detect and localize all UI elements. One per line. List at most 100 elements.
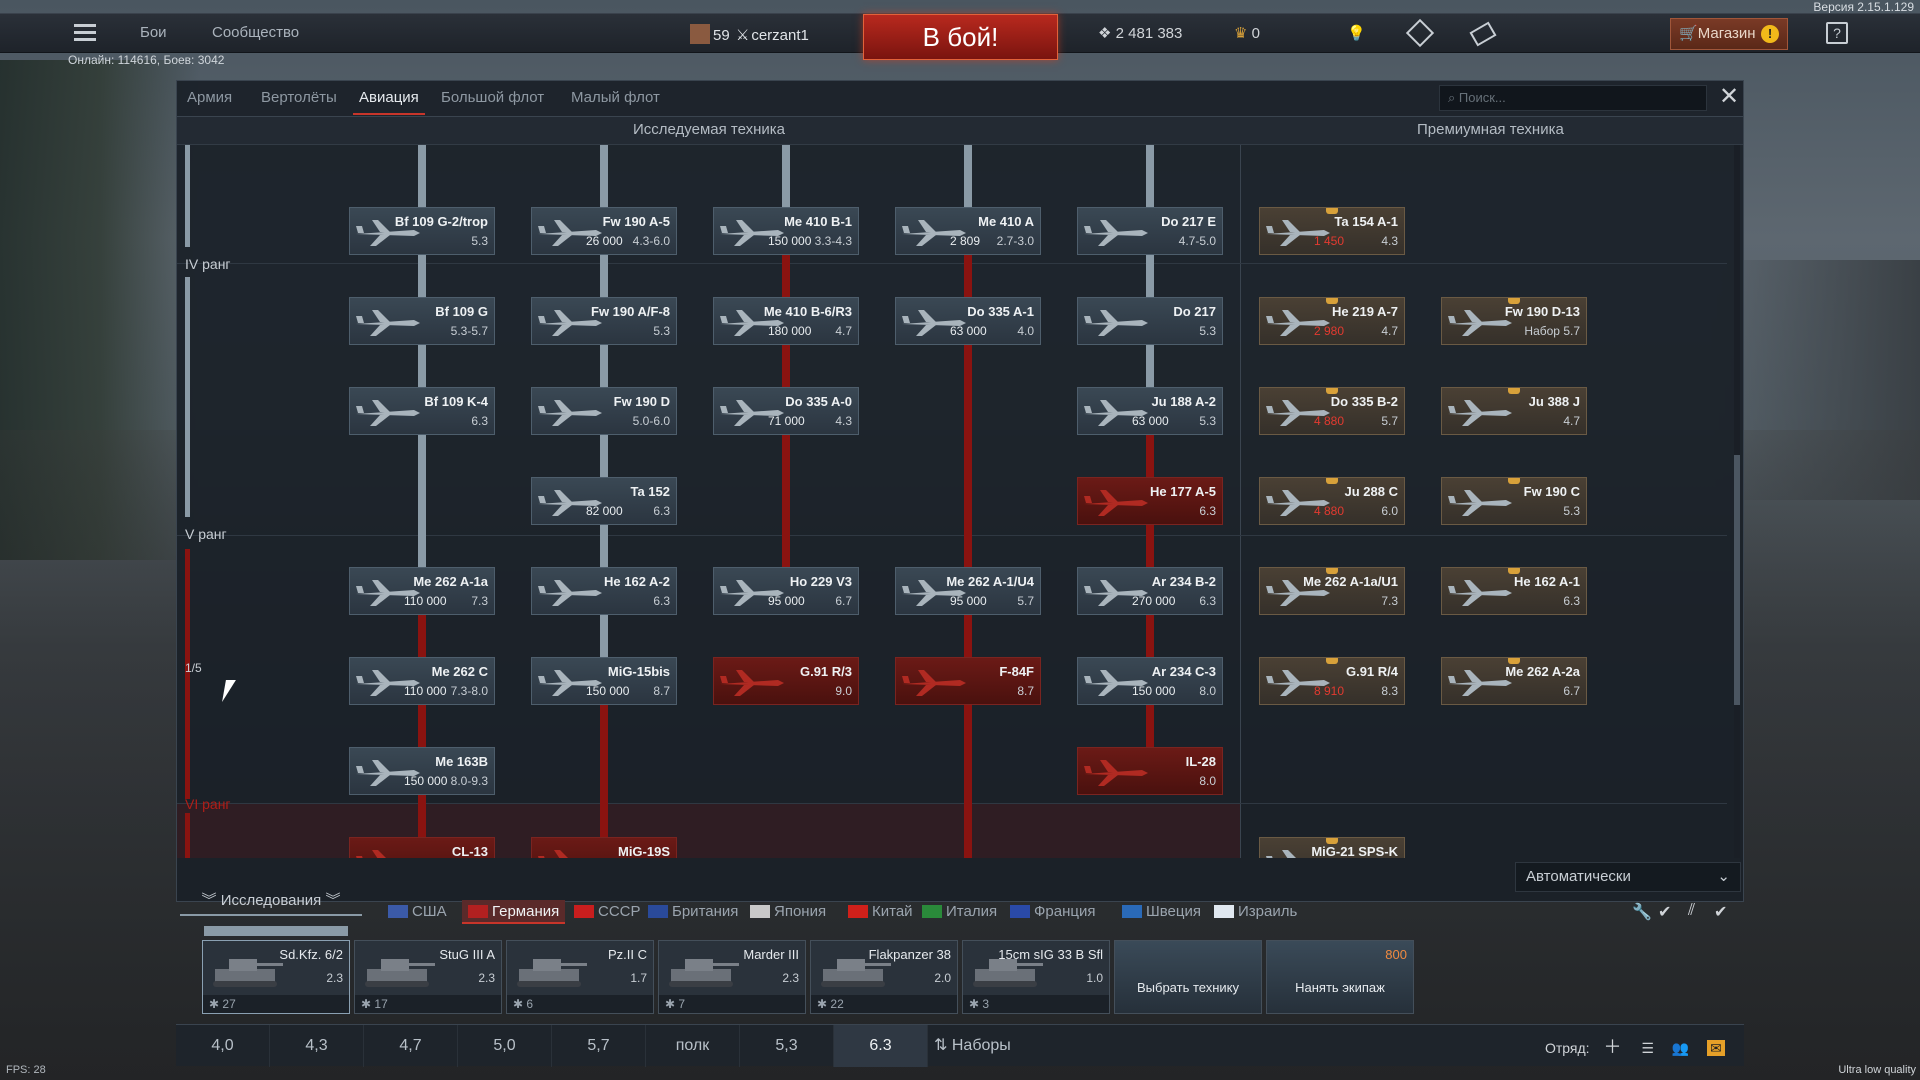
- vehicle-card-ju288[interactable]: Ju 288 C 4 880 6.0: [1259, 477, 1405, 525]
- tab-aviation[interactable]: Авиация: [353, 87, 425, 115]
- nation-tab-6[interactable]: Италия: [922, 900, 997, 924]
- gold-balance[interactable]: ♛ 0: [1234, 24, 1260, 42]
- vehicle-card-g91r4[interactable]: G.91 R/4 8 910 8.3: [1259, 657, 1405, 705]
- crew-slot[interactable]: StuG III A 2.3 ✱ 17: [354, 940, 502, 1014]
- vehicle-card-he162a1[interactable]: He 162 A-1 6.3: [1441, 567, 1587, 615]
- research-toggle[interactable]: ︾ Исследования ︾: [180, 888, 362, 916]
- vehicle-card-ar234c3[interactable]: Ar 234 C-3 150 000 8.0: [1077, 657, 1223, 705]
- crew-slot[interactable]: 15cm sIG 33 B Sfl 1.0 ✱ 3: [962, 940, 1110, 1014]
- vehicle-card-g91r3[interactable]: G.91 R/3 9.0: [713, 657, 859, 705]
- nation-tab-8[interactable]: Швеция: [1122, 900, 1201, 924]
- tab-bluewater-fleet[interactable]: Большой флот: [435, 87, 550, 115]
- vehicle-card-bf109g[interactable]: Bf 109 G 5.3-5.7: [349, 297, 495, 345]
- community-menu[interactable]: Сообщество: [212, 24, 299, 41]
- tree-scrollbar[interactable]: [1734, 145, 1740, 858]
- wrench-icon[interactable]: 🔧: [1632, 902, 1652, 922]
- vehicle-card-mig15[interactable]: MiG-15bis 150 000 8.7: [531, 657, 677, 705]
- tab-army[interactable]: Армия: [181, 87, 238, 115]
- vehicle-card-f84f[interactable]: F-84F 8.7: [895, 657, 1041, 705]
- presets-button[interactable]: ⇅ Наборы: [928, 1025, 1068, 1067]
- nation-tab-5[interactable]: Китай: [848, 900, 913, 924]
- vehicle-card-he177[interactable]: He 177 A-5 6.3: [1077, 477, 1223, 525]
- vehicle-card-ju388[interactable]: Ju 388 J 4.7: [1441, 387, 1587, 435]
- nation-tab-2[interactable]: СССР: [574, 900, 641, 924]
- nation-tab-4[interactable]: Япония: [750, 900, 826, 924]
- vehicle-card-do217e[interactable]: Do 217 E 4.7-5.0: [1077, 207, 1223, 255]
- vehicle-card-ar234b2[interactable]: Ar 234 B-2 270 000 6.3: [1077, 567, 1223, 615]
- search-input[interactable]: ⌕ Поиск...: [1439, 85, 1707, 111]
- player-profile[interactable]: 59 ⚔ cerzant1: [690, 24, 809, 44]
- nation-tab-0[interactable]: США: [388, 900, 447, 924]
- br-preset-1[interactable]: 4,3: [270, 1025, 364, 1067]
- vehicle-card-mig19[interactable]: MiG-19S: [531, 837, 677, 858]
- nation-tab-1[interactable]: Германия: [462, 900, 566, 924]
- br-preset-7[interactable]: 6.3: [834, 1025, 928, 1067]
- auto-select-dropdown[interactable]: Автоматически ⌄: [1515, 862, 1741, 892]
- tab-coastal-fleet[interactable]: Малый флот: [565, 87, 666, 115]
- vehicle-card-do335a1[interactable]: Do 335 A-1 63 000 4.0: [895, 297, 1041, 345]
- vehicle-card-fw190a5[interactable]: Fw 190 A-5 26 000 4.3-6.0: [531, 207, 677, 255]
- br-preset-3[interactable]: 5,0: [458, 1025, 552, 1067]
- vehicle-card-ho229[interactable]: Ho 229 V3 95 000 6.7: [713, 567, 859, 615]
- lightbulb-icon[interactable]: 💡: [1347, 24, 1366, 42]
- br-preset-2[interactable]: 4,7: [364, 1025, 458, 1067]
- vehicle-card-me262a2a[interactable]: Me 262 A-2a 6.7: [1441, 657, 1587, 705]
- br-preset-4[interactable]: 5,7: [552, 1025, 646, 1067]
- check-icon[interactable]: ✔: [1658, 902, 1671, 922]
- br-preset-5[interactable]: полк: [646, 1025, 740, 1067]
- vehicle-card-fw190d[interactable]: Fw 190 D 5.0-6.0: [531, 387, 677, 435]
- vehicle-card-do217[interactable]: Do 217 5.3: [1077, 297, 1223, 345]
- silver-balance[interactable]: ❖ 2 481 383: [1098, 24, 1182, 42]
- vehicle-card-mig21[interactable]: MiG-21 SPS-K: [1259, 837, 1405, 858]
- vehicle-card-he219[interactable]: He 219 A-7 2 980 4.7: [1259, 297, 1405, 345]
- check-all-icon[interactable]: ✔: [1714, 902, 1727, 922]
- menu-icon[interactable]: [74, 24, 96, 42]
- shop-button[interactable]: 🛒Магазин !: [1670, 18, 1788, 50]
- help-button[interactable]: ?: [1826, 22, 1848, 44]
- vehicle-card-fw190d13[interactable]: Fw 190 D-13 Набор 5.7: [1441, 297, 1587, 345]
- crew-slot[interactable]: Flakpanzer 38 2.0 ✱ 22: [810, 940, 958, 1014]
- vehicle-card-ju188[interactable]: Ju 188 A-2 63 000 5.3: [1077, 387, 1223, 435]
- vehicle-card-il28[interactable]: IL-28 8.0: [1077, 747, 1223, 795]
- vehicle-card-me262a1au1[interactable]: Me 262 A-1a/U1 7.3: [1259, 567, 1405, 615]
- crew-slot[interactable]: Pz.II C 1.7 ✱ 6: [506, 940, 654, 1014]
- br-preset-6[interactable]: 5,3: [740, 1025, 834, 1067]
- contacts-icon[interactable]: 👥: [1672, 1040, 1689, 1056]
- crew-slot[interactable]: Sd.Kfz. 6/2 2.3 ✱ 27: [202, 940, 350, 1014]
- vehicle-card-me262c[interactable]: Me 262 C 110 000 7.3-8.0: [349, 657, 495, 705]
- hire-crew-button[interactable]: 800 Нанять экипаж: [1266, 940, 1414, 1014]
- vehicle-card-bf109k4[interactable]: Bf 109 K-4 6.3: [349, 387, 495, 435]
- vehicle-card-me262a1a[interactable]: Me 262 A-1a 110 000 7.3: [349, 567, 495, 615]
- crew-count: ✱ 27: [203, 995, 349, 1013]
- vehicle-card-do335a0[interactable]: Do 335 A-0 71 000 4.3: [713, 387, 859, 435]
- vehicle-br: 3.3-4.3: [814, 234, 852, 248]
- vehicle-card-cl13[interactable]: CL-13: [349, 837, 495, 858]
- repair-all-icon[interactable]: ⫽: [1688, 902, 1695, 920]
- vehicle-card-me410b6[interactable]: Me 410 B-6/R3 180 000 4.7: [713, 297, 859, 345]
- battles-menu[interactable]: Бои: [140, 24, 167, 41]
- crew-count: ✱ 7: [659, 995, 805, 1013]
- nation-tab-3[interactable]: Британия: [648, 900, 738, 924]
- crew-slot[interactable]: Marder III 2.3 ✱ 7: [658, 940, 806, 1014]
- vehicle-card-me262a1u4[interactable]: Me 262 A-1/U4 95 000 5.7: [895, 567, 1041, 615]
- vehicle-card-me410b1[interactable]: Me 410 B-1 150 000 3.3-4.3: [713, 207, 859, 255]
- vehicle-card-bf109g2[interactable]: Bf 109 G-2/trop 5.3: [349, 207, 495, 255]
- vehicle-card-ta152[interactable]: Ta 152 82 000 6.3: [531, 477, 677, 525]
- vehicle-card-me163b[interactable]: Me 163B 150 000 8.0-9.3: [349, 747, 495, 795]
- vehicle-card-ta154[interactable]: Ta 154 A-1 1 450 4.3: [1259, 207, 1405, 255]
- nation-tab-9[interactable]: Израиль: [1214, 900, 1297, 924]
- add-squad-icon[interactable]: ＋: [1603, 1037, 1621, 1057]
- br-preset-0[interactable]: 4,0: [176, 1025, 270, 1067]
- vehicle-card-me410a[interactable]: Me 410 A 2 809 2.7-3.0: [895, 207, 1041, 255]
- vehicle-card-fw190af8[interactable]: Fw 190 A/F-8 5.3: [531, 297, 677, 345]
- tab-helicopters[interactable]: Вертолёты: [255, 87, 343, 115]
- nation-tab-7[interactable]: Франция: [1010, 900, 1095, 924]
- mail-icon[interactable]: ✉: [1707, 1040, 1725, 1056]
- vehicle-card-fw190c[interactable]: Fw 190 C 5.3: [1441, 477, 1587, 525]
- close-icon[interactable]: ✕: [1717, 85, 1741, 111]
- choose-vehicle-button[interactable]: Выбрать технику: [1114, 940, 1262, 1014]
- list-icon[interactable]: ☰: [1641, 1040, 1654, 1056]
- vehicle-card-do335b2[interactable]: Do 335 B-2 4 880 5.7: [1259, 387, 1405, 435]
- vehicle-card-he162a2[interactable]: He 162 A-2 6.3: [531, 567, 677, 615]
- to-battle-button[interactable]: В бой!: [863, 14, 1058, 60]
